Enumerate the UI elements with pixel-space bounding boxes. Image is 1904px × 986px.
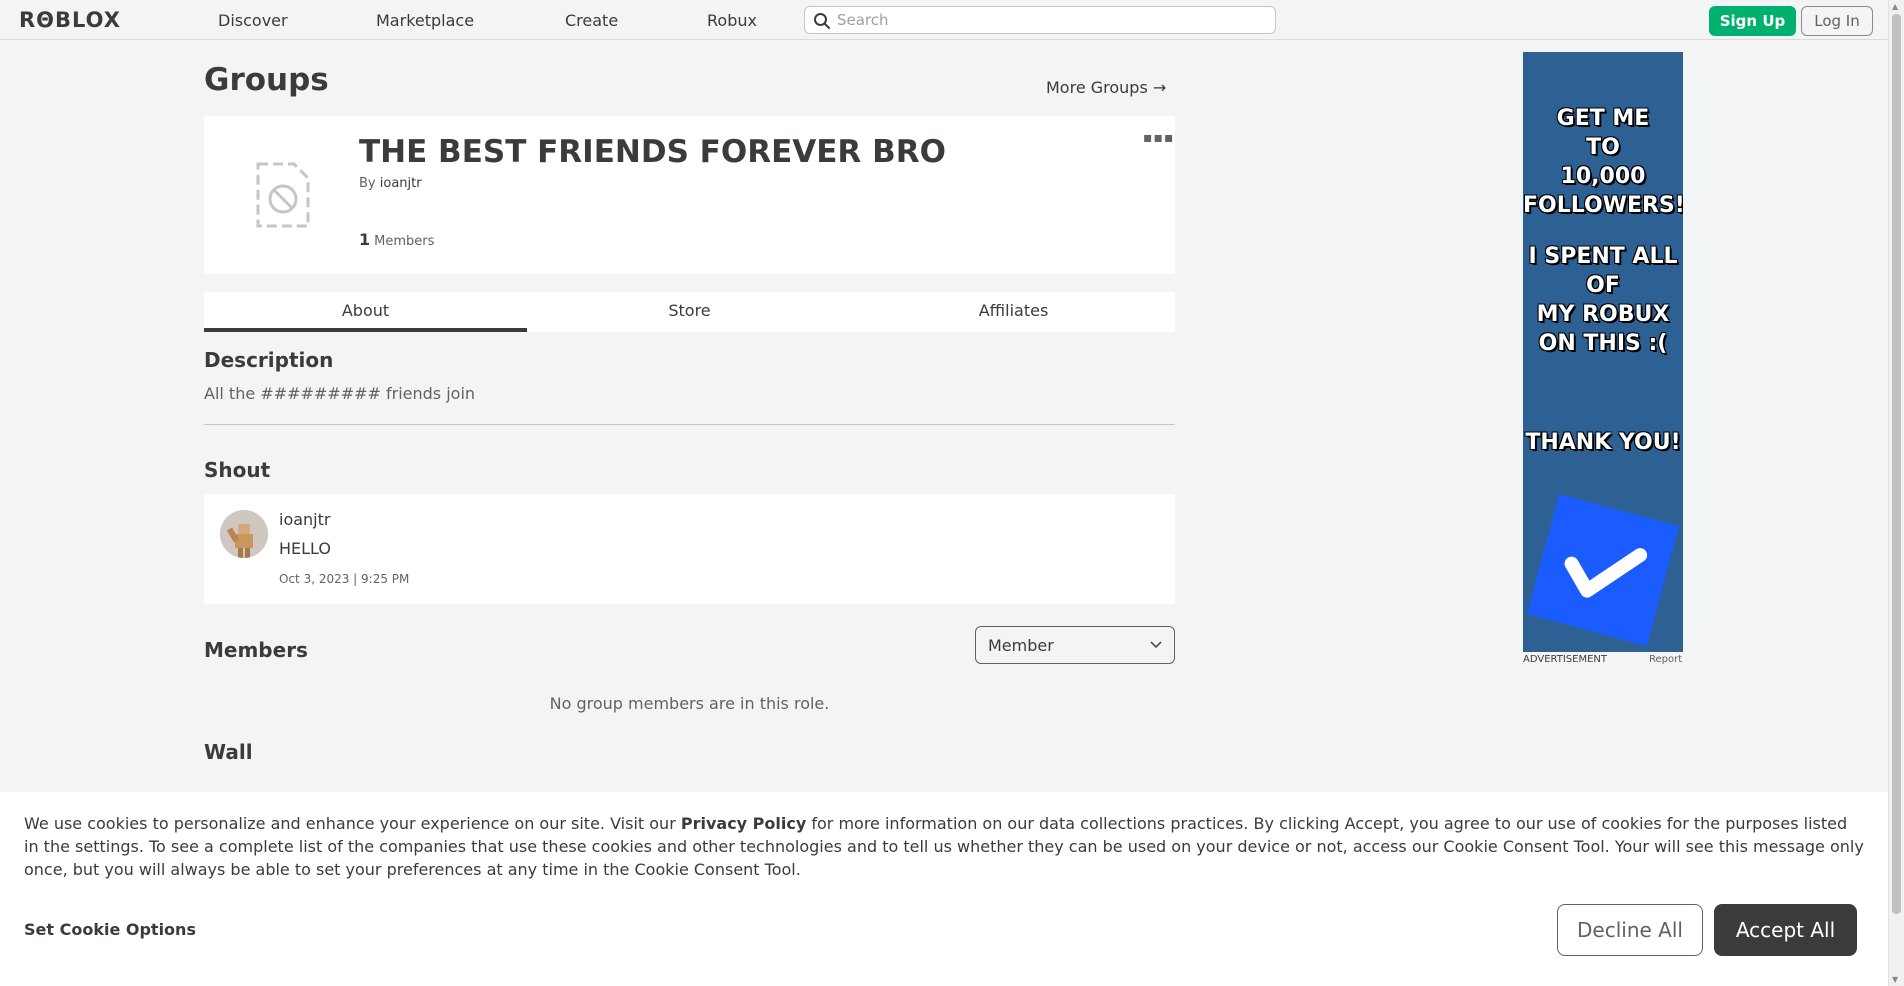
ad-line: 10,000 <box>1560 164 1646 189</box>
ad-line: GET ME <box>1556 106 1650 131</box>
more-groups-link[interactable]: More Groups → <box>1046 78 1166 97</box>
wall-heading: Wall <box>204 740 253 764</box>
nav-link-marketplace[interactable]: Marketplace <box>376 11 474 30</box>
shout-username-link[interactable]: ioanjtr <box>279 510 330 529</box>
search-box <box>804 6 1276 34</box>
ad-line: MY ROBUX <box>1536 302 1670 327</box>
nav-link-robux[interactable]: Robux <box>707 11 757 30</box>
group-header-card: THE BEST FRIENDS FOREVER BRO By ioanjtr … <box>204 116 1175 274</box>
shout-heading: Shout <box>204 458 271 482</box>
ad-line: ON THIS :( <box>1538 331 1668 356</box>
scrollbar-thumb[interactable] <box>1892 14 1901 914</box>
group-member-count: 1 Members <box>359 230 434 249</box>
avatar-figure-icon <box>220 510 268 558</box>
roblox-logo[interactable]: RΘBLOX <box>19 8 121 32</box>
cookie-text-start: We use cookies to personalize and enhanc… <box>24 814 681 833</box>
cookie-consent-text: We use cookies to personalize and enhanc… <box>24 812 1864 881</box>
nav-link-create[interactable]: Create <box>565 11 618 30</box>
top-navigation-bar: RΘBLOX Discover Marketplace Create Robux… <box>0 0 1888 40</box>
search-input[interactable] <box>837 10 1257 30</box>
members-heading: Members <box>204 638 308 662</box>
nav-link-discover[interactable]: Discover <box>218 11 288 30</box>
group-emblem-placeholder-icon <box>256 162 310 228</box>
group-owner-line: By ioanjtr <box>359 176 422 191</box>
tab-store[interactable]: Store <box>528 292 851 332</box>
scroll-up-arrow-icon[interactable]: ▲ <box>1892 2 1898 11</box>
page-scrollbar[interactable]: ▲ ▼ <box>1888 0 1904 986</box>
role-dropdown[interactable]: Member <box>975 626 1175 664</box>
description-heading: Description <box>204 348 334 372</box>
tab-affiliates[interactable]: Affiliates <box>852 292 1175 332</box>
chevron-down-icon <box>1150 641 1162 649</box>
tab-about[interactable]: About <box>204 292 527 332</box>
ad-line: THANK YOU! <box>1525 430 1681 455</box>
group-name: THE BEST FRIENDS FOREVER BRO <box>359 134 946 170</box>
page-title: Groups <box>204 62 329 98</box>
verified-checkmark-icon <box>1527 494 1679 646</box>
ad-line: FOLLOWERS! <box>1523 193 1683 218</box>
sign-up-button[interactable]: Sign Up <box>1709 6 1796 36</box>
search-icon <box>814 13 830 29</box>
more-dots-icon[interactable]: ▪▪▪ <box>1143 130 1174 146</box>
shout-date: Oct 3, 2023 | 9:25 PM <box>279 572 410 586</box>
set-cookie-options-link[interactable]: Set Cookie Options <box>24 920 196 939</box>
member-count-number: 1 <box>359 230 371 249</box>
description-text: All the ######### friends join <box>204 384 476 403</box>
cookie-consent-banner: We use cookies to personalize and enhanc… <box>0 792 1888 986</box>
ad-line: OF <box>1586 273 1620 298</box>
role-dropdown-value: Member <box>988 636 1054 655</box>
ad-line: I SPENT ALL <box>1528 244 1678 269</box>
accept-all-button[interactable]: Accept All <box>1714 904 1857 956</box>
by-label: By <box>359 176 376 191</box>
group-owner-link[interactable]: ioanjtr <box>380 176 422 191</box>
advertisement-label: ADVERTISEMENT <box>1523 654 1608 665</box>
avatar[interactable] <box>220 510 268 558</box>
privacy-policy-link[interactable]: Privacy Policy <box>681 814 806 833</box>
no-members-message: No group members are in this role. <box>549 694 830 713</box>
advertisement-banner[interactable]: GET ME TO 10,000 FOLLOWERS! I SPENT ALL … <box>1523 52 1683 652</box>
shout-message: HELLO <box>279 539 331 558</box>
shout-card: ioanjtr HELLO Oct 3, 2023 | 9:25 PM <box>204 494 1175 604</box>
log-in-button[interactable]: Log In <box>1801 6 1873 36</box>
decline-all-button[interactable]: Decline All <box>1557 904 1703 956</box>
ad-line: TO <box>1586 135 1620 160</box>
section-divider <box>204 424 1175 425</box>
members-label: Members <box>374 234 435 249</box>
scroll-down-arrow-icon[interactable]: ▼ <box>1892 975 1898 984</box>
group-tabs: About Store Affiliates <box>204 292 1175 332</box>
ad-report-link[interactable]: Report <box>1649 654 1682 665</box>
